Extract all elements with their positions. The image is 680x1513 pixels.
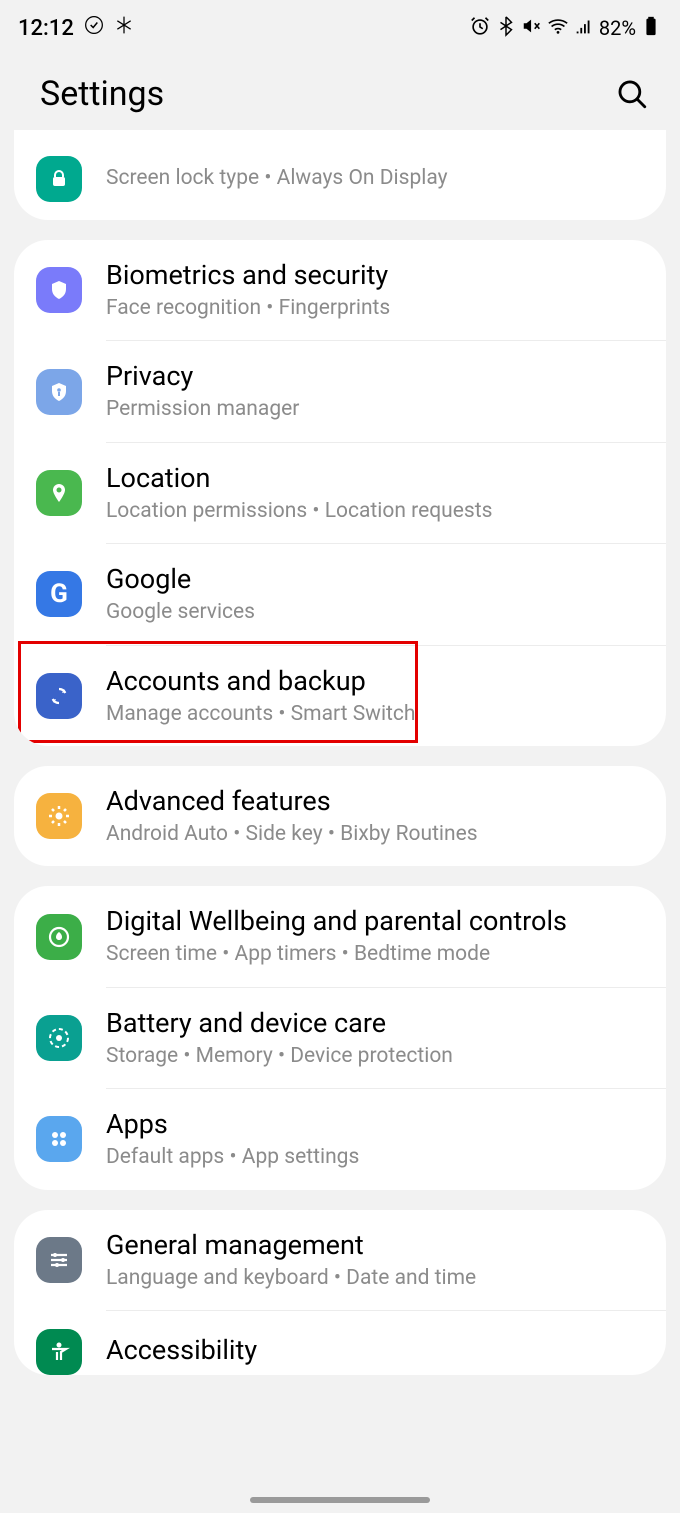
mute-icon [521,15,543,42]
settings-item-title: Battery and device care [106,1006,644,1041]
signal-icon [573,15,595,42]
sliders-icon [36,1237,82,1283]
battery-icon [640,15,662,42]
battery-percent: 82% [599,16,636,40]
settings-item-title: General management [106,1228,644,1263]
settings-item-accounts-backup[interactable]: Accounts and backup Manage accounts • Sm… [14,646,666,746]
settings-item-privacy[interactable]: Privacy Permission manager [14,341,666,441]
status-time: 12:12 [18,16,74,41]
settings-item-title: Accessibility [106,1333,644,1368]
settings-item-battery-care[interactable]: Battery and device care Storage • Memory… [14,988,666,1088]
settings-item-title: Biometrics and security [106,258,644,293]
settings-item-accessibility[interactable]: Accessibility [14,1311,666,1375]
settings-group-device: Digital Wellbeing and parental controls … [14,886,666,1189]
wifi-icon [547,15,569,42]
settings-item-subtitle: Screen lock type • Always On Display [106,165,644,192]
settings-item-subtitle: Language and keyboard • Date and time [106,1265,644,1292]
privacy-icon [36,369,82,415]
bluetooth-icon [495,15,517,42]
lock-icon [36,156,82,202]
settings-group-lockscreen: Screen lock type • Always On Display [14,130,666,220]
settings-item-title: Accounts and backup [106,664,644,699]
settings-item-lockscreen[interactable]: Screen lock type • Always On Display [14,138,666,220]
settings-item-title: Privacy [106,359,644,394]
settings-group-advanced: Advanced features Android Auto • Side ke… [14,766,666,866]
gear-icon [36,793,82,839]
search-button[interactable] [612,74,652,114]
google-icon: G [36,571,82,617]
sync-icon [36,673,82,719]
settings-item-title: Apps [106,1107,644,1142]
wellbeing-icon [36,914,82,960]
settings-item-title: Advanced features [106,784,644,819]
alarm-icon [469,15,491,42]
battery-care-icon [36,1015,82,1061]
accessibility-icon [36,1329,82,1375]
settings-item-subtitle: Face recognition • Fingerprints [106,295,644,322]
settings-group-general: General management Language and keyboard… [14,1210,666,1375]
status-check-icon [84,15,104,41]
shield-icon [36,267,82,313]
settings-item-subtitle: Google services [106,599,644,626]
settings-item-biometrics[interactable]: Biometrics and security Face recognition… [14,240,666,340]
settings-item-advanced-features[interactable]: Advanced features Android Auto • Side ke… [14,766,666,866]
pin-icon [36,470,82,516]
settings-item-general-management[interactable]: General management Language and keyboard… [14,1210,666,1310]
settings-item-google[interactable]: G Google Google services [14,544,666,644]
settings-item-apps[interactable]: Apps Default apps • App settings [14,1089,666,1189]
settings-item-title: Digital Wellbeing and parental controls [106,904,644,939]
settings-item-title: Google [106,562,644,597]
settings-item-subtitle: Storage • Memory • Device protection [106,1043,644,1070]
settings-item-subtitle: Android Auto • Side key • Bixby Routines [106,821,644,848]
settings-item-subtitle: Screen time • App timers • Bedtime mode [106,941,644,968]
nav-indicator[interactable] [250,1497,430,1503]
settings-item-location[interactable]: Location Location permissions • Location… [14,443,666,543]
settings-item-subtitle: Permission manager [106,396,644,423]
status-bar: 12:12 82% [0,0,680,56]
search-icon [615,77,649,111]
page-title: Settings [40,74,164,114]
settings-item-subtitle: Location permissions • Location requests [106,498,644,525]
settings-group-security: Biometrics and security Face recognition… [14,240,666,746]
status-snowflake-icon [114,15,134,41]
settings-item-subtitle: Manage accounts • Smart Switch [106,701,644,728]
settings-item-title: Location [106,461,644,496]
settings-item-digital-wellbeing[interactable]: Digital Wellbeing and parental controls … [14,886,666,986]
settings-item-subtitle: Default apps • App settings [106,1144,644,1171]
apps-icon [36,1116,82,1162]
